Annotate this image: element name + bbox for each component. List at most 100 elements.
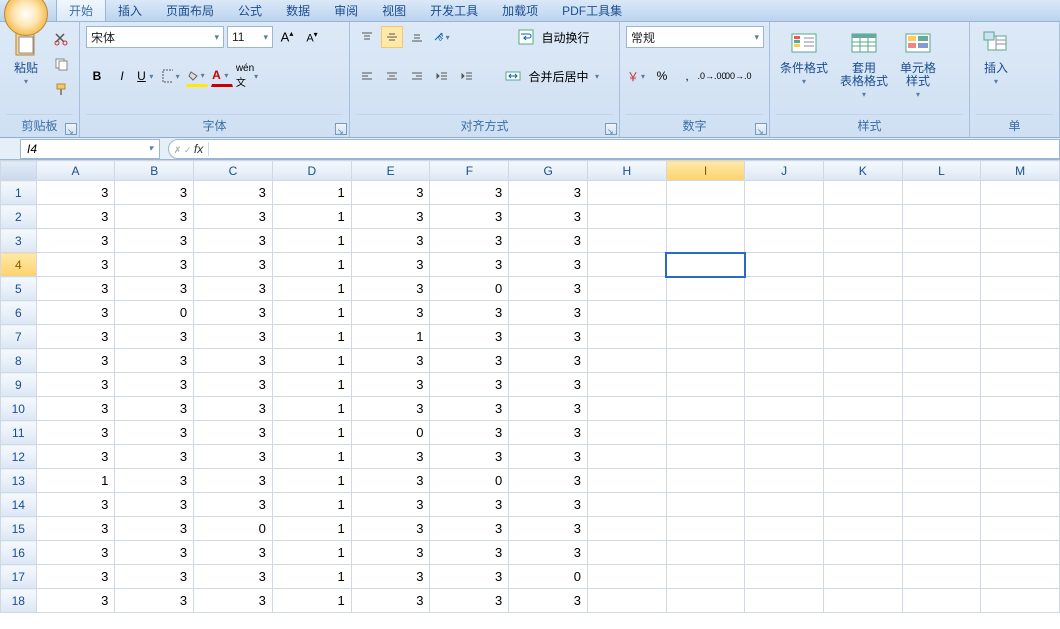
cell-B2[interactable]: 3 [115, 205, 194, 229]
cell-K2[interactable] [823, 205, 902, 229]
row-header-14[interactable]: 14 [1, 493, 37, 517]
cell-I7[interactable] [666, 325, 745, 349]
cell-A14[interactable]: 3 [36, 493, 115, 517]
cell-L2[interactable] [902, 205, 981, 229]
cell-I10[interactable] [666, 397, 745, 421]
cell-E18[interactable]: 3 [351, 589, 430, 613]
cell-H3[interactable] [588, 229, 667, 253]
cell-B10[interactable]: 3 [115, 397, 194, 421]
cell-C13[interactable]: 3 [194, 469, 273, 493]
col-header-I[interactable]: I [666, 161, 745, 181]
cell-F17[interactable]: 3 [430, 565, 509, 589]
cell-B13[interactable]: 3 [115, 469, 194, 493]
cell-M4[interactable] [981, 253, 1060, 277]
accounting-button[interactable]: ￥▾ [626, 65, 648, 87]
cell-L11[interactable] [902, 421, 981, 445]
cell-styles-button[interactable]: 单元格 样式▾ [896, 26, 940, 103]
cell-E10[interactable]: 3 [351, 397, 430, 421]
cell-M2[interactable] [981, 205, 1060, 229]
cell-A12[interactable]: 3 [36, 445, 115, 469]
cell-D16[interactable]: 1 [272, 541, 351, 565]
cell-I15[interactable] [666, 517, 745, 541]
underline-button[interactable]: U▾ [136, 65, 158, 87]
cell-K15[interactable] [823, 517, 902, 541]
cell-D14[interactable]: 1 [272, 493, 351, 517]
cell-H18[interactable] [588, 589, 667, 613]
cell-C3[interactable]: 3 [194, 229, 273, 253]
cell-J1[interactable] [745, 181, 824, 205]
cell-I14[interactable] [666, 493, 745, 517]
cell-L5[interactable] [902, 277, 981, 301]
cell-G9[interactable]: 3 [509, 373, 588, 397]
row-header-10[interactable]: 10 [1, 397, 37, 421]
col-header-M[interactable]: M [981, 161, 1060, 181]
cell-A13[interactable]: 1 [36, 469, 115, 493]
cell-J17[interactable] [745, 565, 824, 589]
cell-F10[interactable]: 3 [430, 397, 509, 421]
row-header-5[interactable]: 5 [1, 277, 37, 301]
cell-A8[interactable]: 3 [36, 349, 115, 373]
tab-开发工具[interactable]: 开发工具 [418, 0, 490, 21]
cell-G16[interactable]: 3 [509, 541, 588, 565]
cell-E8[interactable]: 3 [351, 349, 430, 373]
cell-F11[interactable]: 3 [430, 421, 509, 445]
cell-M17[interactable] [981, 565, 1060, 589]
cell-G18[interactable]: 3 [509, 589, 588, 613]
cell-G5[interactable]: 3 [509, 277, 588, 301]
cell-C15[interactable]: 0 [194, 517, 273, 541]
cell-B11[interactable]: 3 [115, 421, 194, 445]
cell-J10[interactable] [745, 397, 824, 421]
cell-F3[interactable]: 3 [430, 229, 509, 253]
cell-M9[interactable] [981, 373, 1060, 397]
col-header-D[interactable]: D [272, 161, 351, 181]
cell-L6[interactable] [902, 301, 981, 325]
cell-D8[interactable]: 1 [272, 349, 351, 373]
cell-A16[interactable]: 3 [36, 541, 115, 565]
cell-F12[interactable]: 3 [430, 445, 509, 469]
cell-C17[interactable]: 3 [194, 565, 273, 589]
cell-C18[interactable]: 3 [194, 589, 273, 613]
cell-D6[interactable]: 1 [272, 301, 351, 325]
cell-H8[interactable] [588, 349, 667, 373]
cell-B1[interactable]: 3 [115, 181, 194, 205]
cell-M15[interactable] [981, 517, 1060, 541]
cell-D12[interactable]: 1 [272, 445, 351, 469]
cell-E6[interactable]: 3 [351, 301, 430, 325]
cell-L15[interactable] [902, 517, 981, 541]
cell-E2[interactable]: 3 [351, 205, 430, 229]
cell-F9[interactable]: 3 [430, 373, 509, 397]
row-header-1[interactable]: 1 [1, 181, 37, 205]
cell-F4[interactable]: 3 [430, 253, 509, 277]
cell-F2[interactable]: 3 [430, 205, 509, 229]
cell-A15[interactable]: 3 [36, 517, 115, 541]
cell-A1[interactable]: 3 [36, 181, 115, 205]
cell-D3[interactable]: 1 [272, 229, 351, 253]
cell-G14[interactable]: 3 [509, 493, 588, 517]
row-header-7[interactable]: 7 [1, 325, 37, 349]
align-center-button[interactable] [381, 65, 403, 87]
tab-页面布局[interactable]: 页面布局 [154, 0, 226, 21]
cell-M7[interactable] [981, 325, 1060, 349]
cell-A10[interactable]: 3 [36, 397, 115, 421]
cell-A18[interactable]: 3 [36, 589, 115, 613]
cell-L1[interactable] [902, 181, 981, 205]
col-header-G[interactable]: G [509, 161, 588, 181]
cell-I2[interactable] [666, 205, 745, 229]
cell-C11[interactable]: 3 [194, 421, 273, 445]
select-all-corner[interactable] [1, 161, 37, 181]
col-header-C[interactable]: C [194, 161, 273, 181]
cell-A2[interactable]: 3 [36, 205, 115, 229]
cell-A9[interactable]: 3 [36, 373, 115, 397]
cell-E16[interactable]: 3 [351, 541, 430, 565]
cell-B9[interactable]: 3 [115, 373, 194, 397]
cell-H12[interactable] [588, 445, 667, 469]
cell-G3[interactable]: 3 [509, 229, 588, 253]
align-bottom-button[interactable] [406, 26, 428, 48]
cell-F18[interactable]: 3 [430, 589, 509, 613]
cell-C5[interactable]: 3 [194, 277, 273, 301]
tab-数据[interactable]: 数据 [274, 0, 322, 21]
cell-D4[interactable]: 1 [272, 253, 351, 277]
cell-L4[interactable] [902, 253, 981, 277]
cell-B7[interactable]: 3 [115, 325, 194, 349]
cell-F14[interactable]: 3 [430, 493, 509, 517]
